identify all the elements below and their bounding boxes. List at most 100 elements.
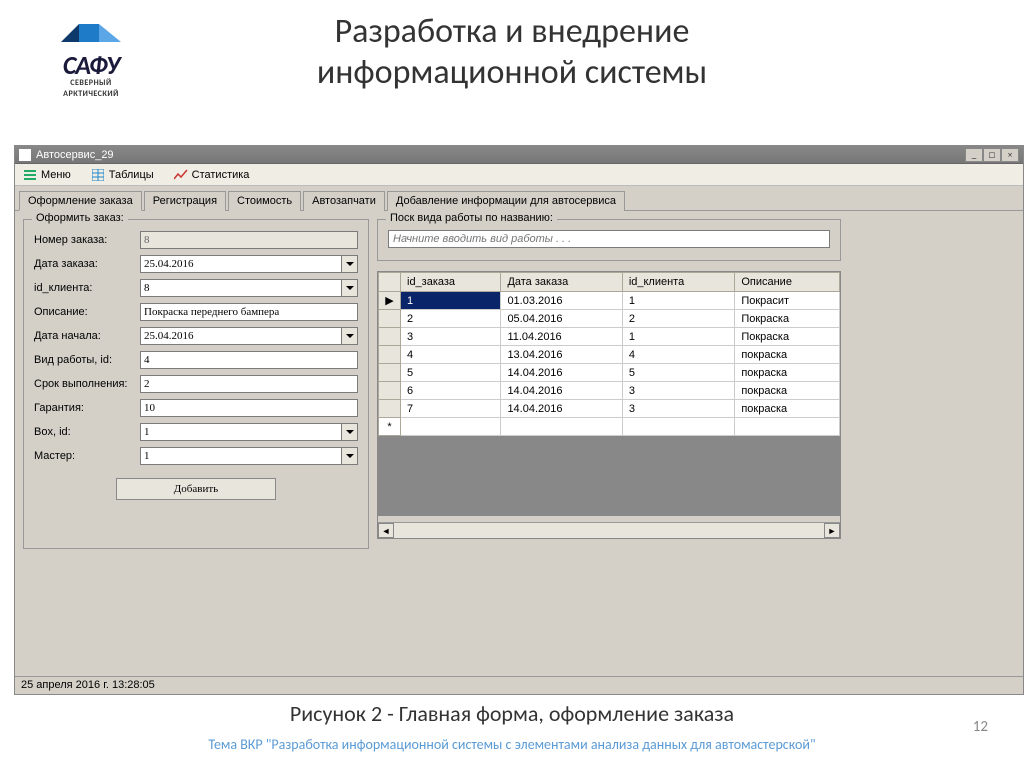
grid-cell[interactable]: 1 — [622, 292, 735, 310]
row-header[interactable] — [379, 400, 401, 418]
search-input[interactable] — [388, 230, 830, 248]
row-header[interactable]: * — [379, 418, 401, 436]
dropdown-button[interactable] — [342, 327, 358, 345]
grid-cell[interactable] — [735, 418, 840, 436]
titlebar[interactable]: Автосервис_29 _ □ × — [15, 146, 1023, 164]
table-row[interactable]: 714.04.20163покраска — [379, 400, 840, 418]
grid-cell[interactable]: Покраска — [735, 328, 840, 346]
table-row[interactable]: 205.04.20162Покраска — [379, 310, 840, 328]
scroll-right-button[interactable]: ► — [824, 523, 840, 538]
tab-add-info[interactable]: Добавление информации для автосервиса — [387, 191, 625, 211]
grid-column-header[interactable]: id_заказа — [401, 273, 501, 292]
grid-cell[interactable]: 14.04.2016 — [501, 382, 622, 400]
grid-cell[interactable]: 2 — [622, 310, 735, 328]
dropdown-button[interactable] — [342, 423, 358, 441]
tab-cost[interactable]: Стоимость — [228, 191, 301, 211]
dropdown-button[interactable] — [342, 255, 358, 273]
row-header[interactable] — [379, 310, 401, 328]
grid-cell[interactable]: покраска — [735, 346, 840, 364]
form-input[interactable] — [140, 327, 342, 345]
logo-text: САФУ — [36, 54, 146, 77]
figure-caption: Рисунок 2 - Главная форма, оформление за… — [0, 700, 1024, 727]
grid-cell[interactable] — [401, 418, 501, 436]
row-header[interactable] — [379, 328, 401, 346]
grid-cell[interactable]: 2 — [401, 310, 501, 328]
grid-cell[interactable]: 3 — [401, 328, 501, 346]
grid-cell[interactable]: Покраска — [735, 310, 840, 328]
grid-cell[interactable]: 14.04.2016 — [501, 400, 622, 418]
grid-cell[interactable]: 1 — [401, 292, 501, 310]
grid-cell[interactable]: 01.03.2016 — [501, 292, 622, 310]
slide-footer: Тема ВКР "Разработка информационной сист… — [0, 736, 1024, 753]
form-input[interactable] — [140, 351, 358, 369]
minimize-button[interactable]: _ — [965, 148, 983, 162]
grid-cell[interactable]: покраска — [735, 382, 840, 400]
grid-new-row[interactable]: * — [379, 418, 840, 436]
logo-sub1: СЕВЕРНЫЙ — [36, 79, 146, 88]
list-icon — [23, 168, 37, 182]
menu-tables[interactable]: Таблицы — [87, 166, 158, 184]
grid-cell[interactable]: Покрасит — [735, 292, 840, 310]
form-label: Описание: — [34, 306, 140, 318]
logo-sub2: АРКТИЧЕСКИЙ — [36, 90, 146, 99]
form-input[interactable] — [140, 375, 358, 393]
maximize-button[interactable]: □ — [983, 148, 1001, 162]
menubar: Меню Таблицы Статистика — [15, 164, 1023, 186]
grid-cell[interactable]: 05.04.2016 — [501, 310, 622, 328]
form-input[interactable] — [140, 423, 342, 441]
grid-scrollbar-h[interactable]: ◄ ► — [378, 522, 840, 538]
grid-cell[interactable]: 3 — [622, 400, 735, 418]
row-header[interactable] — [379, 382, 401, 400]
grid-cell[interactable]: покраска — [735, 364, 840, 382]
add-button[interactable]: Добавить — [116, 478, 276, 500]
grid-cell[interactable]: 4 — [622, 346, 735, 364]
scroll-left-button[interactable]: ◄ — [378, 523, 394, 538]
tab-order[interactable]: Оформление заказа — [19, 191, 142, 211]
form-input[interactable] — [140, 303, 358, 321]
row-header[interactable] — [379, 346, 401, 364]
slide-title-line2: информационной системы — [0, 53, 1024, 94]
grid-column-header[interactable]: id_клиента — [622, 273, 735, 292]
form-input[interactable] — [140, 255, 342, 273]
form-input[interactable] — [140, 399, 358, 417]
dropdown-button[interactable] — [342, 447, 358, 465]
orders-grid[interactable]: id_заказаДата заказаid_клиентаОписание▶1… — [377, 271, 841, 539]
table-row[interactable]: 413.04.20164покраска — [379, 346, 840, 364]
grid-cell[interactable] — [622, 418, 735, 436]
grid-corner[interactable] — [379, 273, 401, 292]
slide-title: Разработка и внедрение информационной си… — [0, 0, 1024, 102]
form-row: id_клиента: — [34, 278, 358, 298]
tab-registration[interactable]: Регистрация — [144, 191, 226, 211]
menu-menu[interactable]: Меню — [19, 166, 75, 184]
dropdown-button[interactable] — [342, 279, 358, 297]
form-input — [140, 231, 358, 249]
grid-cell[interactable]: 11.04.2016 — [501, 328, 622, 346]
row-header[interactable] — [379, 364, 401, 382]
grid-cell[interactable]: покраска — [735, 400, 840, 418]
grid-cell[interactable]: 14.04.2016 — [501, 364, 622, 382]
table-row[interactable]: ▶101.03.20161Покрасит — [379, 292, 840, 310]
grid-cell[interactable]: 7 — [401, 400, 501, 418]
grid-cell[interactable]: 4 — [401, 346, 501, 364]
form-input[interactable] — [140, 279, 342, 297]
grid-cell[interactable]: 5 — [622, 364, 735, 382]
grid-cell[interactable]: 3 — [622, 382, 735, 400]
grid-cell[interactable]: 5 — [401, 364, 501, 382]
grid-cell[interactable]: 6 — [401, 382, 501, 400]
form-input[interactable] — [140, 447, 342, 465]
scroll-track[interactable] — [394, 523, 824, 538]
grid-cell[interactable]: 1 — [622, 328, 735, 346]
table-row[interactable]: 311.04.20161Покраска — [379, 328, 840, 346]
grid-cell[interactable]: 13.04.2016 — [501, 346, 622, 364]
menu-statistics[interactable]: Статистика — [170, 166, 254, 184]
table-row[interactable]: 614.04.20163покраска — [379, 382, 840, 400]
close-button[interactable]: × — [1001, 148, 1019, 162]
form-row: Номер заказа: — [34, 230, 358, 250]
table-row[interactable]: 514.04.20165покраска — [379, 364, 840, 382]
grid-column-header[interactable]: Дата заказа — [501, 273, 622, 292]
form-row: Гарантия: — [34, 398, 358, 418]
tab-parts[interactable]: Автозапчати — [303, 191, 385, 211]
row-header[interactable]: ▶ — [379, 292, 401, 310]
grid-cell[interactable] — [501, 418, 622, 436]
grid-column-header[interactable]: Описание — [735, 273, 840, 292]
